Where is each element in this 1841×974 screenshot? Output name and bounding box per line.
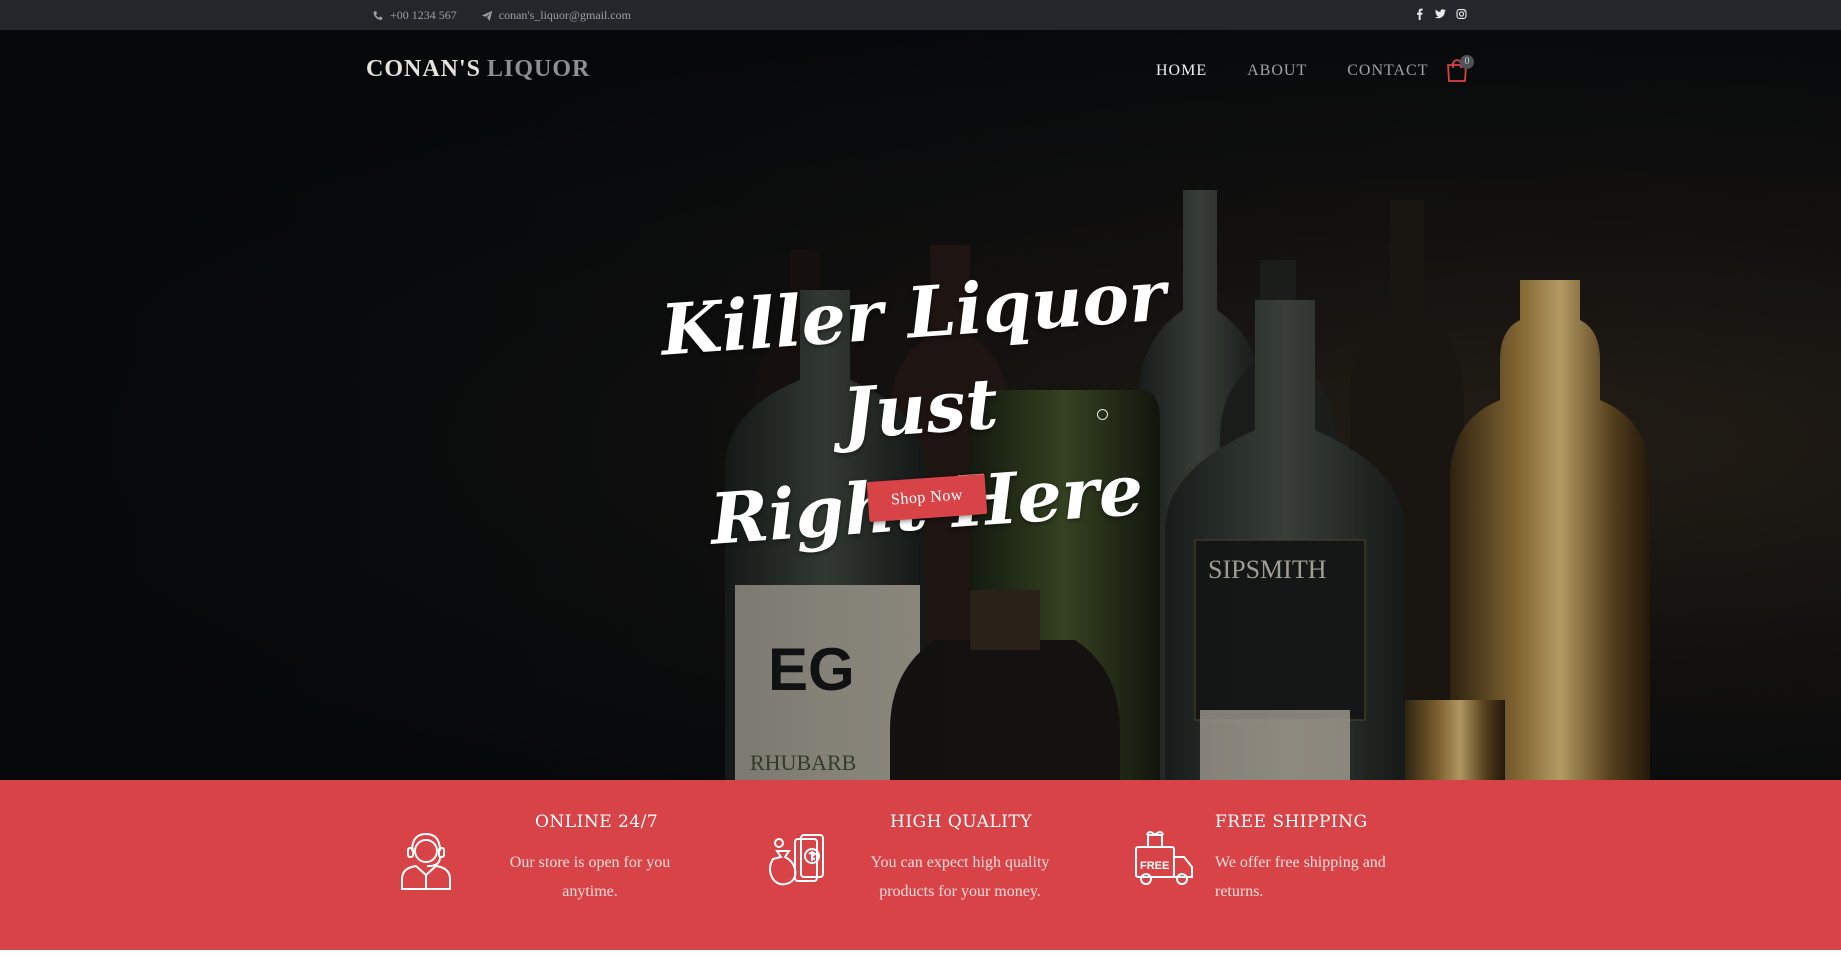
email-address[interactable]: conan's_liquor@gmail.com — [499, 8, 631, 23]
svg-text:FREE: FREE — [1140, 860, 1169, 872]
facebook-icon[interactable] — [1414, 8, 1425, 20]
instagram-icon[interactable] — [1456, 8, 1467, 20]
brand-second: LIQUOR — [487, 56, 591, 82]
money-bag-icon — [769, 834, 824, 886]
nav-contact[interactable]: CONTACT — [1347, 62, 1428, 80]
shop-now-button[interactable]: Shop Now — [866, 473, 988, 523]
cursor-indicator-icon — [1097, 409, 1108, 420]
feature-title: FREE SHIPPING — [1215, 812, 1368, 832]
phone-icon — [373, 10, 383, 20]
feature-description: Our store is open for you anytime. — [509, 854, 671, 900]
nav-about[interactable]: ABOUT — [1247, 62, 1307, 80]
feature-description: We offer free shipping and returns. — [1215, 854, 1386, 900]
hero-headline: Killer Liquor Just Right Here — [591, 243, 1250, 575]
customer-support-icon — [401, 832, 451, 890]
contact-info: +00 1234 567 conan's_liquor@gmail.com — [372, 8, 631, 23]
phone-number[interactable]: +00 1234 567 — [390, 8, 457, 23]
feature-title: ONLINE 24/7 — [535, 812, 659, 832]
paper-plane-icon — [481, 10, 493, 21]
brand-first: CONAN'S — [366, 56, 482, 82]
brand-logo[interactable]: CONAN'S LIQUOR — [366, 56, 590, 83]
twitter-icon[interactable] — [1435, 8, 1446, 20]
main-nav: HOME ABOUT CONTACT — [1156, 62, 1429, 80]
nav-home[interactable]: HOME — [1156, 62, 1207, 80]
features-strip: ONLINE 24/7 Our store is open for you an… — [0, 780, 1841, 950]
social-links — [1414, 8, 1467, 20]
free-shipping-truck-icon: FREE — [1135, 831, 1193, 885]
cart-count-badge: 0 — [1460, 55, 1474, 69]
top-bar: +00 1234 567 conan's_liquor@gmail.com — [0, 0, 1841, 30]
feature-description: You can expect high quality products for… — [870, 854, 1050, 900]
feature-title: HIGH QUALITY — [890, 812, 1032, 832]
